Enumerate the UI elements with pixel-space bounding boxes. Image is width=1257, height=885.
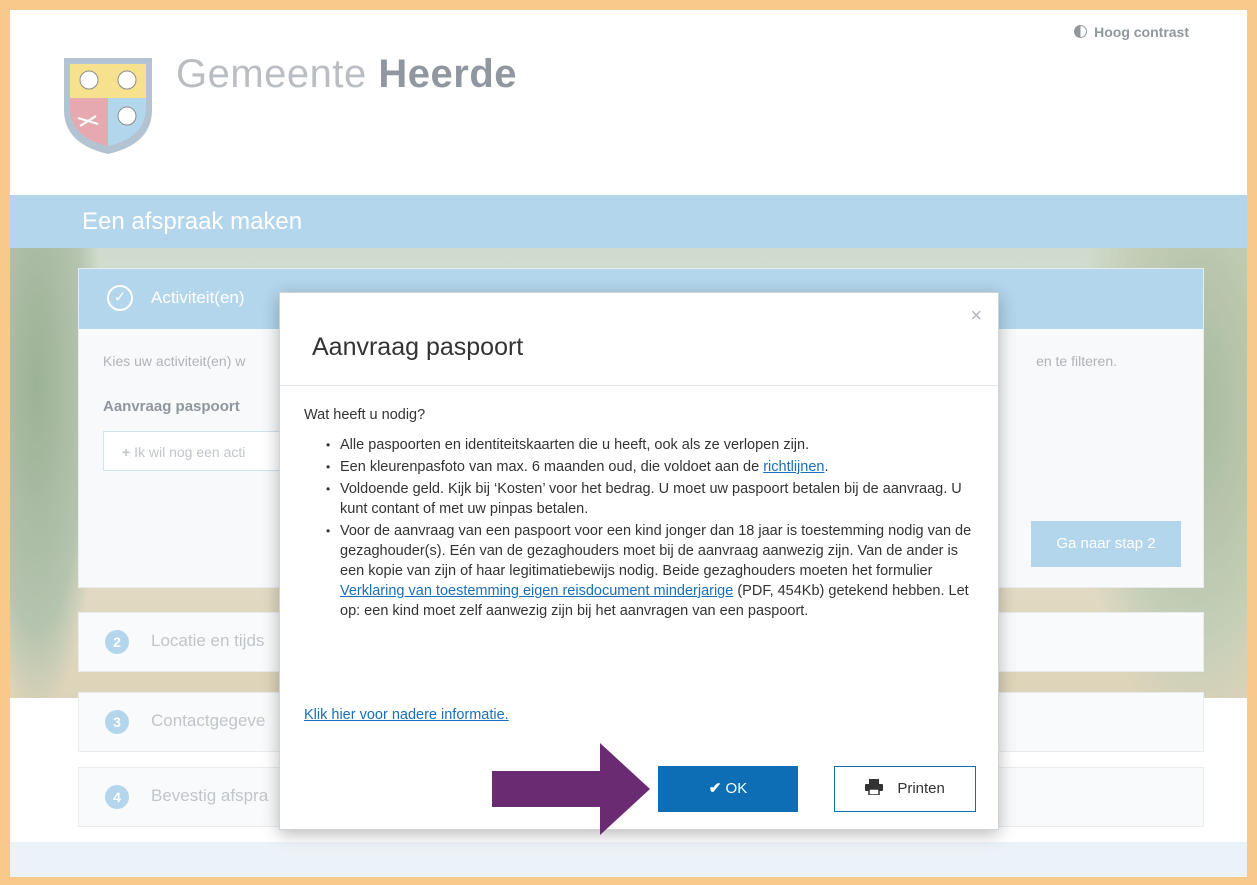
ok-label: OK [725,780,748,797]
requirement-text: Voor de aanvraag van een paspoort voor e… [340,523,972,579]
list-item: Een kleurenpasfoto van max. 6 maanden ou… [326,457,976,477]
modal-title: Aanvraag paspoort [312,333,524,361]
requirement-text: Een kleurenpasfoto van max. 6 maanden ou… [340,459,764,475]
consent-form-link[interactable]: Verklaring van toestemming eigen reisdoc… [340,583,733,599]
close-icon[interactable]: × [970,305,982,328]
requirement-text: . [824,459,829,475]
browser-frame: Gemeente Heerde Hoog contrast Een afspra… [10,10,1247,877]
list-item: Alle paspoorten en identiteitskaarten di… [326,435,976,455]
checkmark-icon: ✔ [708,780,722,797]
list-item: Voor de aanvraag van een paspoort voor e… [326,521,976,621]
requirements-list: Alle paspoorten en identiteitskaarten di… [304,435,976,621]
list-item: Voldoende geld. Kijk bij ‘Kosten’ voor h… [326,479,976,519]
ok-button[interactable]: ✔ OK [658,766,798,812]
print-label: Printen [897,780,945,797]
requirement-text: Alle paspoorten en identiteitskaarten di… [340,437,810,453]
modal-body: Wat heeft u nodig? Alle paspoorten en id… [304,405,976,623]
pointer-arrow-icon [492,743,650,835]
print-button[interactable]: Printen [834,766,976,812]
modal-divider [280,385,998,386]
guidelines-link[interactable]: richtlijnen [763,459,824,475]
requirement-text: Voldoende geld. Kijk bij ‘Kosten’ voor h… [340,481,962,517]
printer-icon [865,779,884,796]
modal-question: Wat heeft u nodig? [304,407,426,423]
more-info-link[interactable]: Klik hier voor nadere informatie. [304,707,509,723]
